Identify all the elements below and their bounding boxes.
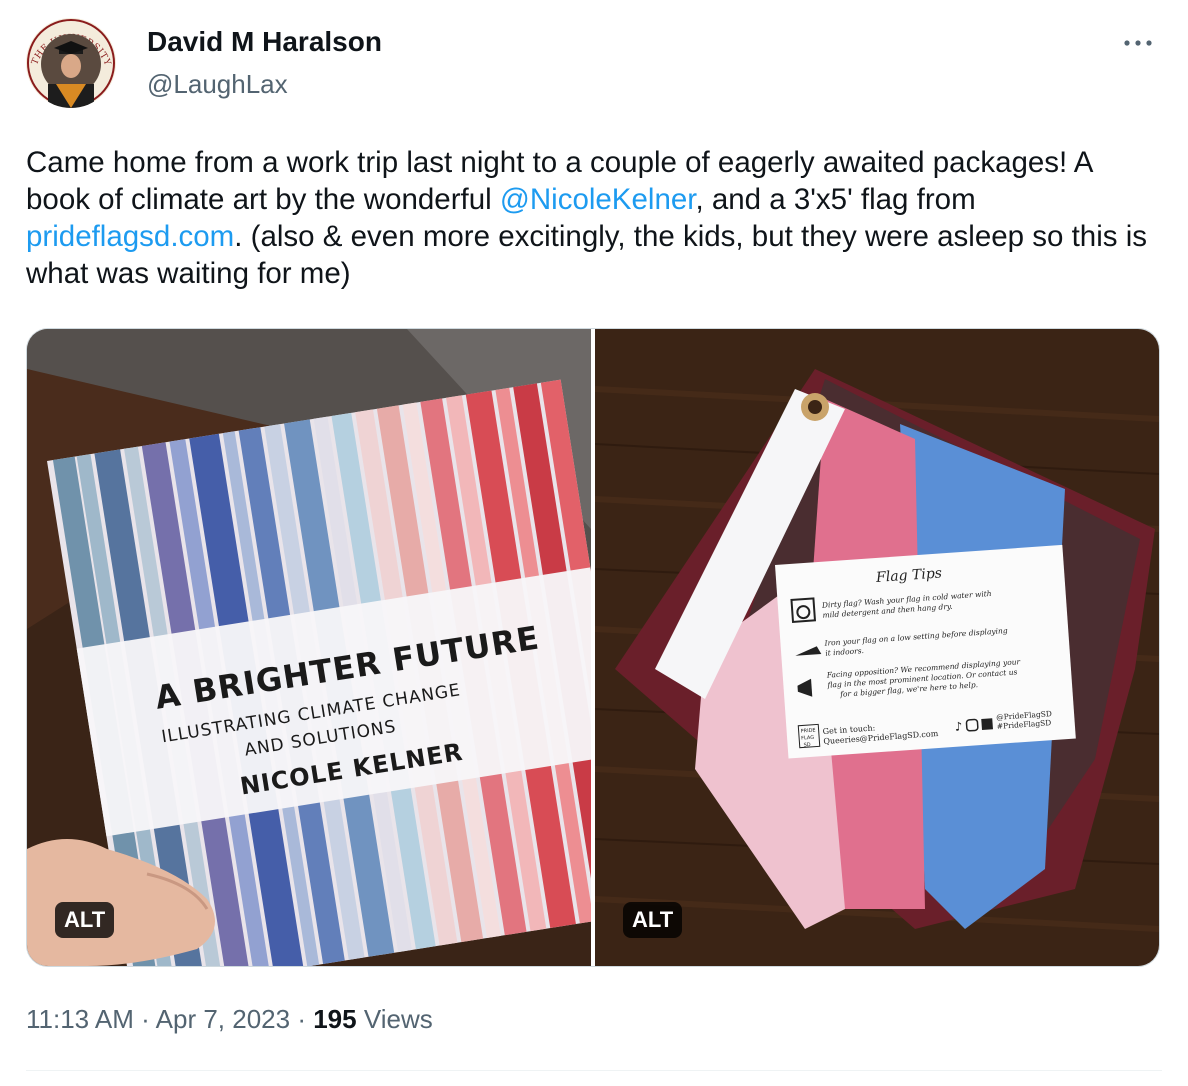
tweet-text: Came home from a work trip last night to… <box>26 144 1156 292</box>
tweet-date[interactable]: Apr 7, 2023 <box>156 1004 290 1034</box>
logo-text: SD <box>803 742 811 748</box>
tiktok-icon: ♪ <box>954 719 963 734</box>
mention-link[interactable]: @NicoleKelner <box>500 183 696 216</box>
alt-text-button[interactable]: ALT <box>623 902 683 938</box>
tweet-header: THE UNIVERSITY OF OKLAHOMA David M Haral… <box>26 18 1162 108</box>
avatar[interactable]: THE UNIVERSITY OF OKLAHOMA <box>26 18 116 108</box>
tweet-meta: 11:13 AM · Apr 7, 2023 · 195 Views <box>26 1004 433 1035</box>
meta-separator: · <box>141 1004 150 1034</box>
logo-text: PRIDE <box>800 728 815 735</box>
logo-text: FLAG <box>801 735 814 742</box>
photo-book[interactable]: A BRIGHTER FUTURE ILLUSTRATING CLIMATE C… <box>27 329 591 966</box>
url-link[interactable]: prideflagsd.com <box>26 220 234 253</box>
more-horizontal-icon <box>1124 40 1152 46</box>
divider <box>26 1070 1162 1071</box>
tweet-text-part: , and a 3'x5' flag from <box>695 183 976 216</box>
meta-separator: · <box>297 1004 306 1034</box>
author-handle[interactable]: @LaughLax <box>147 69 288 100</box>
more-options-button[interactable] <box>1118 28 1158 58</box>
alt-text-button[interactable]: ALT <box>55 902 115 938</box>
author-display-name[interactable]: David M Haralson <box>147 26 382 58</box>
media-grid: A BRIGHTER FUTURE ILLUSTRATING CLIMATE C… <box>26 328 1160 967</box>
views-label: Views <box>363 1004 433 1034</box>
tweet-time[interactable]: 11:13 AM <box>26 1004 134 1034</box>
facebook-icon <box>981 718 993 730</box>
views-count: 195 <box>313 1004 357 1034</box>
photo-flag[interactable]: Flag Tips Dirty flag? Wash your flag in … <box>595 329 1159 966</box>
